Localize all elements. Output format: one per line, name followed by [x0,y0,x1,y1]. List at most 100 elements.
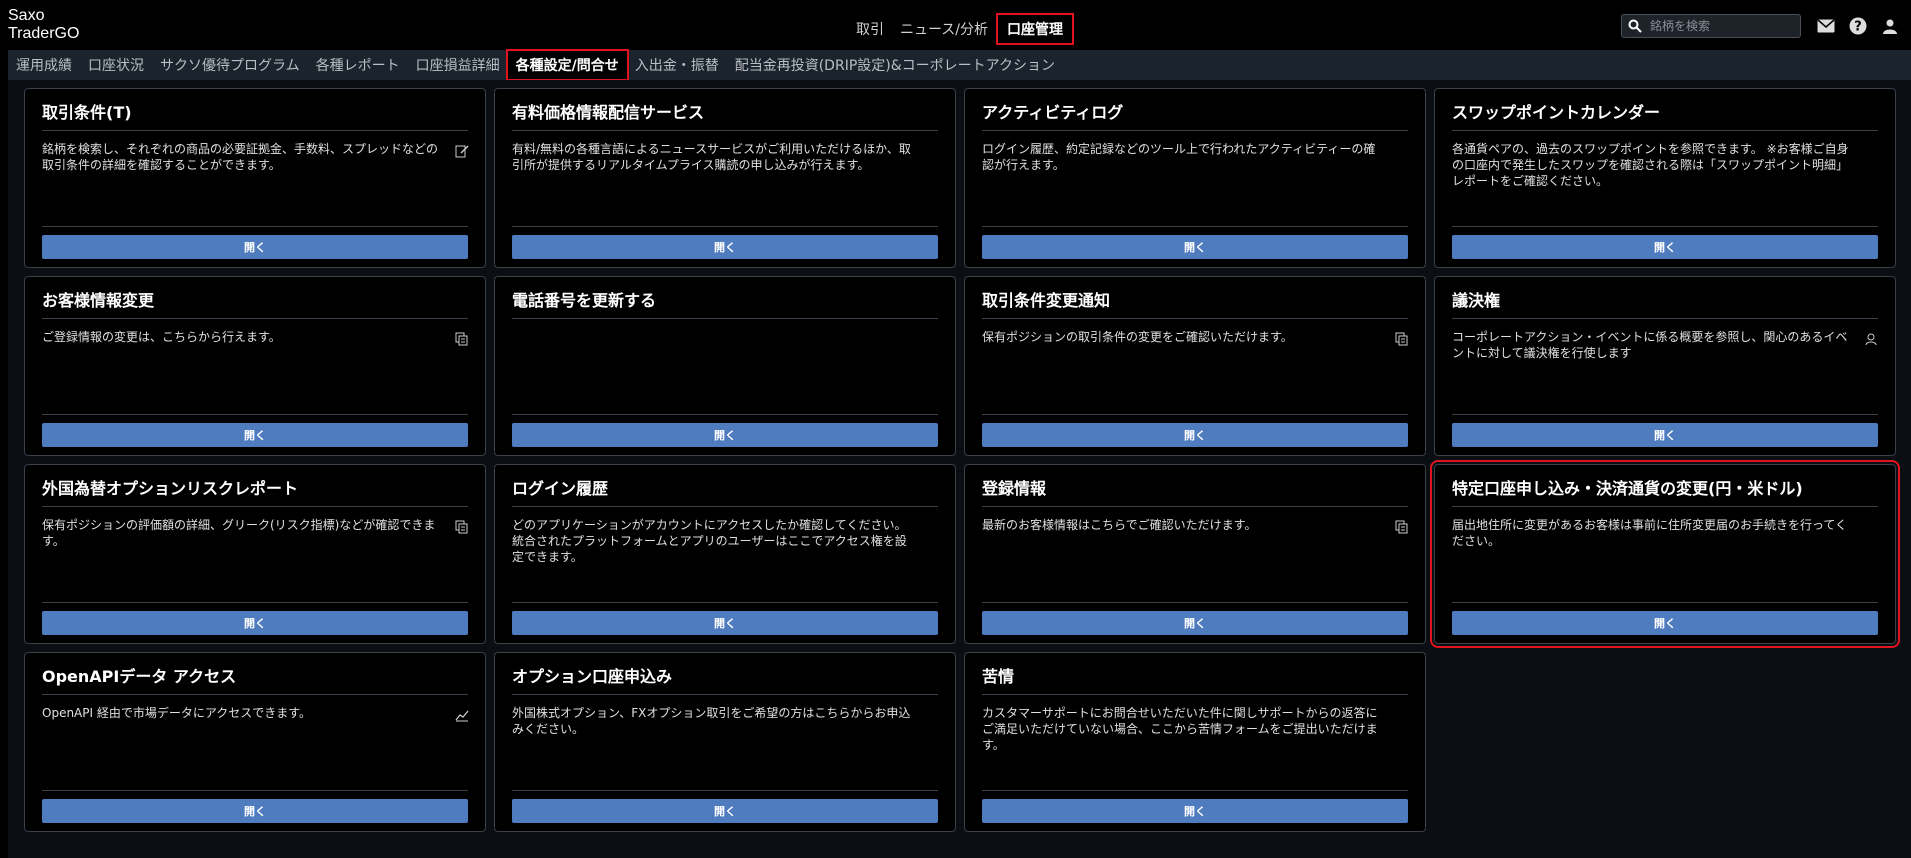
card-title: 苦情 [982,663,1408,695]
card-title: アクティビティログ [982,99,1408,131]
service-card: 取引条件変更通知保有ポジションの取引条件の変更をご確認いただけます。開く [964,276,1426,456]
mail-icon[interactable] [1816,16,1836,36]
user-menu-icon[interactable] [1880,16,1900,36]
sub-nav: 運用成績 口座状況 サクソ優待プログラム 各種レポート 口座損益詳細 各種設定/… [8,49,1911,81]
main-nav: 取引 ニュース/分析 口座管理 [848,13,1075,45]
main-nav-news[interactable]: ニュース/分析 [892,15,996,43]
service-card: 議決権 コーポレートアクション・イベントに係る概要を参照し、関心のあるイベントに対… [1434,276,1896,456]
logo-line-1: Saxo [8,7,45,24]
card-title: OpenAPIデータ アクセス [42,663,468,695]
service-card: 外国為替オプションリスクレポート 保有ポジションの評価額の詳細、グリーク(リスク指… [24,464,486,644]
logo-line-2: TraderGO [8,25,80,42]
card-description: カスタマーサポートにお問合せいただいた件に関しサポートからの返答にご満足いただけ… [982,706,1378,752]
card-divider [1452,414,1878,415]
card-divider [1452,226,1878,227]
card-description: OpenAPI 経由で市場データにアクセスできます。 [42,706,312,720]
card-title: 取引条件変更通知 [982,287,1408,319]
card-divider [512,414,938,415]
service-card: アクティビティログ ログイン履歴、約定記録などのツール上で行われたアクティビティー… [964,88,1426,268]
open-button[interactable]: 開く [42,611,468,635]
copy-icon[interactable] [455,519,469,534]
open-button[interactable]: 開く [1452,611,1878,635]
service-card: 電話番号を更新する開く [494,276,956,456]
open-button[interactable]: 開く [982,611,1408,635]
card-divider [512,226,938,227]
search-input[interactable] [1650,19,1790,33]
card-description: 銘柄を検索し、それぞれの商品の必要証拠金、手数料、スプレッドなどの取引条件の詳細… [42,142,439,172]
help-icon[interactable]: ? [1848,16,1868,36]
card-description: 最新のお客様情報はこちらでご確認いただけます。 [982,518,1257,532]
service-card: オプション口座申込み 外国株式オプション、FXオプション取引をご希望の方はこちらか… [494,652,956,832]
subnav-pnl-detail[interactable]: 口座損益詳細 [416,55,500,75]
card-title: 電話番号を更新する [512,287,938,319]
app-logo[interactable]: Saxo TraderGO [8,7,79,43]
subnav-account-status[interactable]: 口座状況 [88,55,144,75]
card-divider [42,602,468,603]
card-title: 外国為替オプションリスクレポート [42,475,468,507]
subnav-performance[interactable]: 運用成績 [16,55,72,75]
svg-text:?: ? [1854,20,1862,35]
service-card: スワップポイントカレンダー 各通貨ペアの、過去のスワップポイントを参照できます。 … [1434,88,1896,268]
service-card: お客様情報変更 ご登録情報の変更は、こちらから行えます。 開く [24,276,486,456]
open-button[interactable]: 開く [42,799,468,823]
subnav-saxo-benefits[interactable]: サクソ優待プログラム [160,55,300,75]
subnav-deposit-transfer[interactable]: 入出金・振替 [635,55,719,75]
service-card: 苦情カスタマーサポートにお問合せいただいた件に関しサポートからの返答にご満足いた… [964,652,1426,832]
card-divider [982,226,1408,227]
open-button[interactable]: 開く [1452,423,1878,447]
card-title: 取引条件(T) [42,99,468,131]
card-divider [982,790,1408,791]
card-divider [42,790,468,791]
card-description: 保有ポジションの評価額の詳細、グリーク(リスク指標)などが確認できます。 [42,518,436,548]
card-description: どのアプリケーションがアカウントにアクセスしたか確認してください。 統合されたプ… [512,518,907,564]
card-description: ログイン履歴、約定記録などのツール上で行われたアクティビティーの確認が行えます。 [982,142,1376,172]
subnav-settings-inquiries[interactable]: 各種設定/問合せ [505,49,629,81]
subnav-reports[interactable]: 各種レポート [316,55,400,75]
card-title: ログイン履歴 [512,475,938,507]
open-button[interactable]: 開く [512,611,938,635]
open-button[interactable]: 開く [982,235,1408,259]
card-description: 外国株式オプション、FXオプション取引をご希望の方はこちらからお申込みください。 [512,706,911,736]
open-button[interactable]: 開く [512,799,938,823]
service-card: 有料価格情報配信サービス 有料/無料の各種言語によるニュースサービスがご利用いただ… [494,88,956,268]
edit-icon[interactable] [455,143,469,158]
card-title: 登録情報 [982,475,1408,507]
card-description: 届出地住所に変更があるお客様は事前に住所変更届のお手続きを行ってください。 [1452,518,1848,548]
open-button[interactable]: 開く [42,423,468,447]
service-card: 登録情報最新のお客様情報はこちらでご確認いただけます。開く [964,464,1426,644]
card-divider [512,790,938,791]
card-title: お客様情報変更 [42,287,468,319]
open-button[interactable]: 開く [512,235,938,259]
subnav-drip-corporate-action[interactable]: 配当金再投資(DRIP設定)&コーポレートアクション [735,55,1055,75]
card-grid: 取引条件(T) 銘柄を検索し、それぞれの商品の必要証拠金、手数料、スプレッドなどの… [24,88,1900,832]
card-divider [512,602,938,603]
card-title: スワップポイントカレンダー [1452,99,1878,131]
card-description: コーポレートアクション・イベントに係る概要を参照し、関心のあるイベントに対して議… [1452,330,1848,360]
card-title: オプション口座申込み [512,663,938,695]
service-card: ログイン履歴どのアプリケーションがアカウントにアクセスしたか確認してください。 … [494,464,956,644]
user-icon[interactable] [1865,331,1879,346]
service-card: 取引条件(T) 銘柄を検索し、それぞれの商品の必要証拠金、手数料、スプレッドなどの… [24,88,486,268]
card-divider [42,414,468,415]
card-divider [982,602,1408,603]
open-button[interactable]: 開く [1452,235,1878,259]
open-button[interactable]: 開く [982,799,1408,823]
card-description: 保有ポジションの取引条件の変更をご確認いただけます。 [982,330,1293,344]
search-box[interactable] [1621,14,1801,38]
copy-icon[interactable] [455,331,469,346]
main-nav-trade[interactable]: 取引 [848,15,892,43]
open-button[interactable]: 開く [982,423,1408,447]
main-nav-account[interactable]: 口座管理 [996,13,1075,45]
service-card: 特定口座申し込み・決済通貨の変更(円・米ドル) 届出地住所に変更があるお客様は事前… [1430,460,1900,648]
card-divider [1452,602,1878,603]
top-icons: ? [1816,16,1900,36]
card-title: 有料価格情報配信サービス [512,99,938,131]
chart-icon[interactable] [455,707,469,722]
open-button[interactable]: 開く [512,423,938,447]
copy-icon[interactable] [1395,519,1409,534]
card-divider [42,226,468,227]
open-button[interactable]: 開く [42,235,468,259]
service-card: OpenAPIデータ アクセス OpenAPI 経由で市場データにアクセスできます… [24,652,486,832]
card-divider [982,414,1408,415]
copy-icon[interactable] [1395,331,1409,346]
